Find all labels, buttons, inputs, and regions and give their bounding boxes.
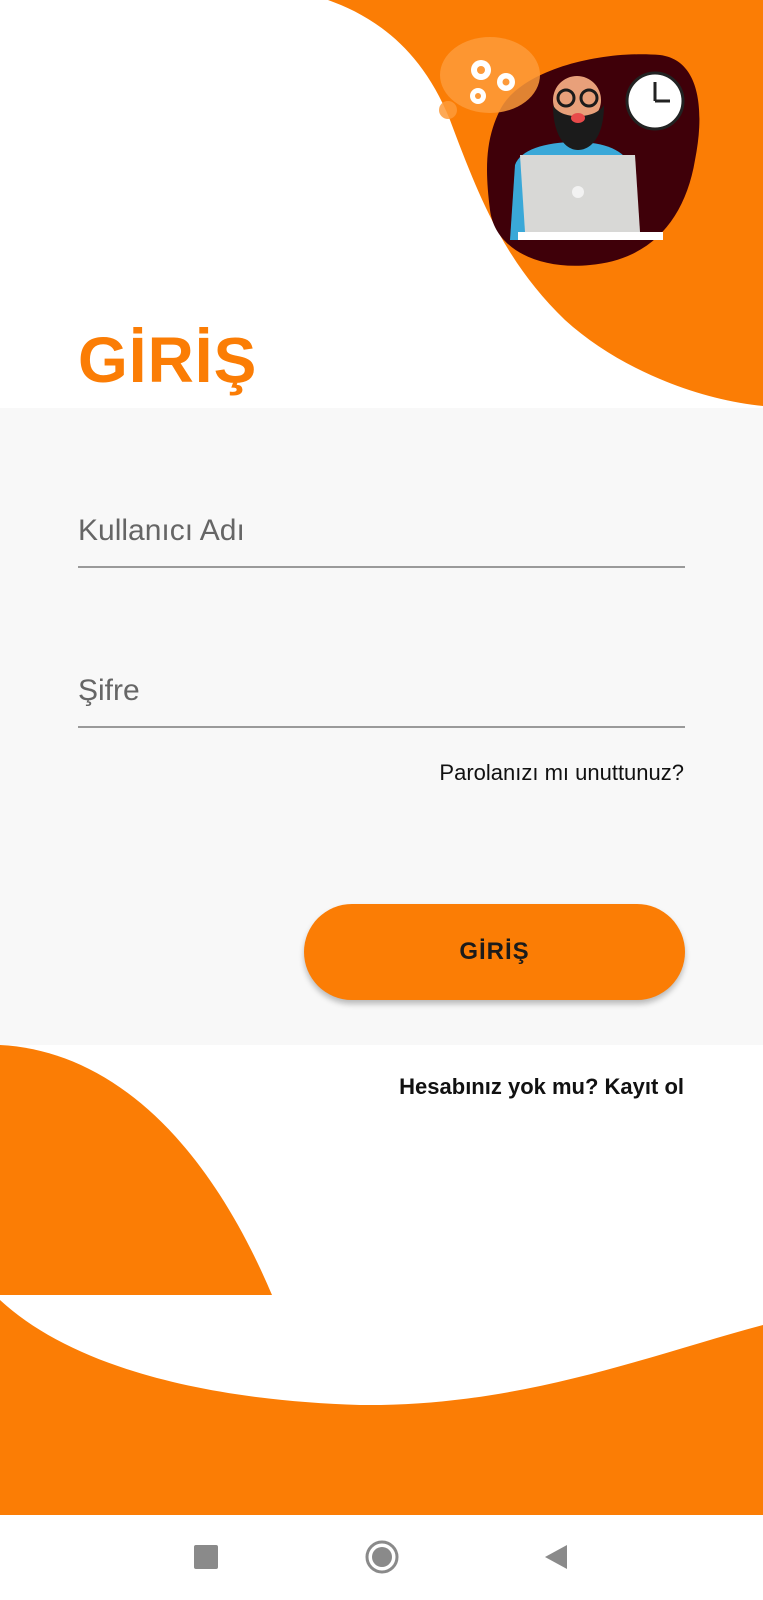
back-button[interactable] [536,1537,576,1577]
page-title: GİRİŞ [78,324,258,396]
login-form: Parolanızı mı unuttunuz? GİRİŞ [0,408,763,1045]
login-button[interactable]: GİRİŞ [304,904,685,1000]
password-field-container [78,656,685,728]
home-button[interactable] [362,1537,402,1577]
username-field-container [78,496,685,568]
username-input[interactable] [78,496,685,566]
login-screen: GİRİŞ Parolanızı mı unuttunuz? GİRİŞ Hes… [0,0,763,1600]
password-input[interactable] [78,656,685,726]
forgot-password-link[interactable]: Parolanızı mı unuttunuz? [439,760,684,786]
recent-apps-icon [194,1545,218,1569]
system-navigation-bar [0,1515,763,1600]
home-icon [365,1540,399,1574]
footer-decoration [0,1045,763,1515]
back-icon [545,1545,567,1569]
register-link[interactable]: Hesabınız yok mu? Kayıt ol [399,1074,684,1100]
recent-apps-button[interactable] [186,1537,226,1577]
